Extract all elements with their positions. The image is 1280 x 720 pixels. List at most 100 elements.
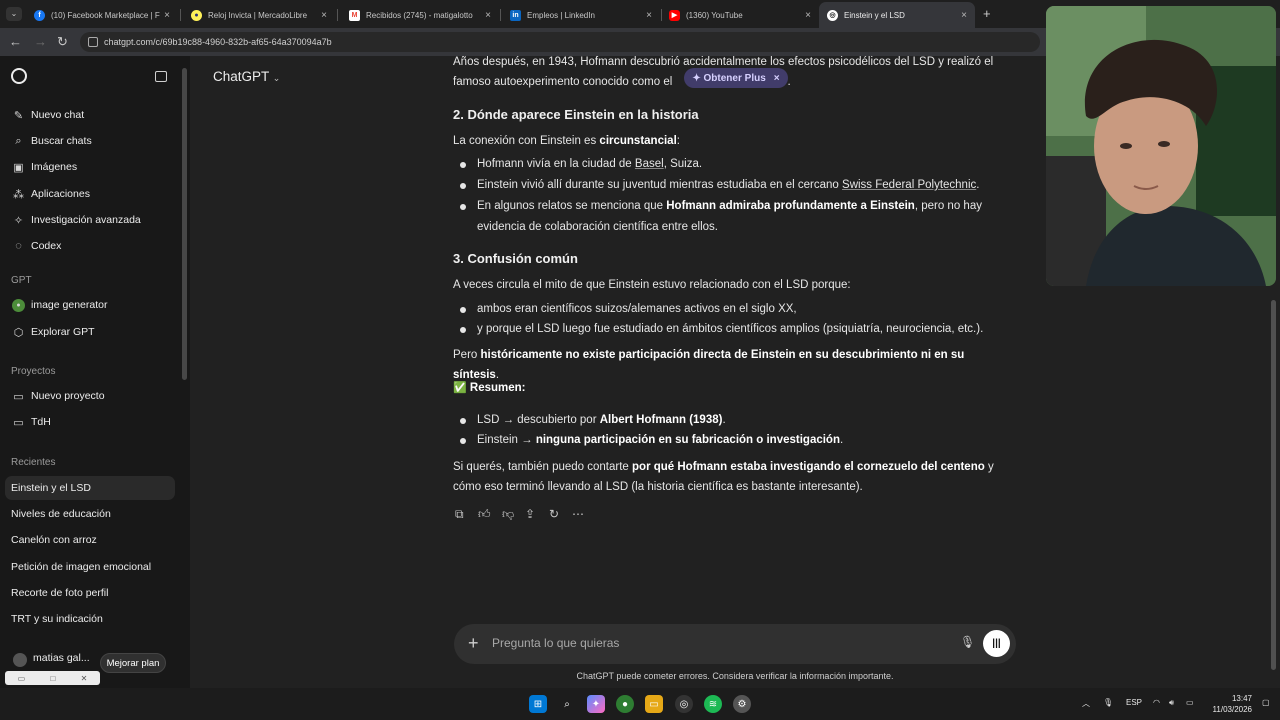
wifi-icon[interactable]: ◠ bbox=[1153, 698, 1160, 707]
battery-icon[interactable]: ▭ bbox=[1186, 698, 1194, 707]
sidebar-item-images[interactable]: ▣ Imágenes bbox=[12, 157, 77, 177]
openai-logo-icon[interactable] bbox=[11, 68, 27, 84]
gmail-icon: M bbox=[349, 9, 360, 21]
tray-chevron-icon[interactable]: ︿ bbox=[1082, 698, 1090, 709]
start-icon[interactable]: ⊞ bbox=[529, 695, 547, 713]
sidebar-item-deep-research[interactable]: ✧ Investigación avanzada bbox=[12, 210, 141, 230]
share-icon[interactable]: ⇪ bbox=[525, 507, 535, 521]
browser-tab[interactable]: f (10) Facebook Marketplace | Fa × bbox=[26, 4, 178, 26]
volume-icon[interactable]: 🔊︎ bbox=[1169, 698, 1174, 708]
microphone-icon[interactable]: 🎙︎ bbox=[960, 635, 975, 649]
list-item: Hofmann vivía en la ciudad de Basel, Sui… bbox=[477, 154, 1002, 175]
recent-chat-item[interactable]: Petición de imagen emocional bbox=[11, 561, 151, 573]
sidebar-item-label: Imágenes bbox=[31, 161, 78, 173]
recent-chat-item[interactable]: Recorte de foto perfil bbox=[11, 587, 108, 599]
avatar[interactable] bbox=[13, 653, 27, 667]
close-icon[interactable]: × bbox=[485, 10, 491, 21]
message-bold-text: Resumen: bbox=[469, 382, 526, 394]
get-plus-button[interactable]: ✦ Obtener Plus × bbox=[684, 68, 788, 88]
reload-icon[interactable]: ↻ bbox=[57, 34, 68, 50]
url-field[interactable]: chatgpt.com/c/69b19c88-4960-832b-af65-64… bbox=[80, 32, 1040, 52]
close-icon[interactable]: × bbox=[321, 10, 327, 21]
clock-date[interactable]: 11/03/2026 bbox=[1208, 705, 1252, 714]
sidebar-item-new-project[interactable]: ▭ Nuevo proyecto bbox=[12, 386, 104, 406]
back-icon[interactable]: ← bbox=[9, 34, 22, 49]
sidebar-toggle-icon[interactable] bbox=[155, 71, 167, 82]
recent-chat-item[interactable]: Niveles de educación bbox=[11, 508, 111, 520]
maximize-icon[interactable]: □ bbox=[51, 674, 56, 683]
linkedin-icon: in bbox=[510, 9, 521, 21]
window-controls-widget[interactable]: ▭ □ ✕ bbox=[5, 671, 100, 685]
voice-mode-button[interactable]: ||| bbox=[983, 630, 1010, 657]
tab-title: (1360) YouTube bbox=[686, 10, 743, 20]
browser-tab[interactable]: M Recibidos (2745) - matigalotto × bbox=[341, 4, 499, 26]
close-icon[interactable]: × bbox=[805, 10, 811, 21]
chrome-icon[interactable]: ● bbox=[616, 695, 634, 713]
recent-chat-item[interactable]: Canelón con arroz bbox=[11, 534, 97, 546]
main-scrollbar[interactable] bbox=[1271, 300, 1276, 670]
language-indicator[interactable]: ESP bbox=[1126, 698, 1142, 707]
forward-icon[interactable]: → bbox=[34, 34, 47, 49]
browser-tab[interactable]: ▶ (1360) YouTube × bbox=[661, 4, 819, 26]
facebook-icon: f bbox=[34, 9, 45, 21]
model-selector[interactable]: ChatGPT ⌄ bbox=[213, 69, 280, 84]
file-explorer-icon[interactable]: ▭ bbox=[645, 695, 663, 713]
close-icon[interactable]: × bbox=[961, 10, 967, 21]
site-info-icon[interactable] bbox=[88, 37, 98, 47]
sidebar-item-codex[interactable]: ◌ Codex bbox=[12, 236, 61, 256]
chatgpt-app-icon[interactable]: ◎ bbox=[675, 695, 693, 713]
close-icon[interactable]: × bbox=[646, 10, 652, 21]
plus-icon[interactable]: + bbox=[468, 633, 479, 654]
list-item: y porque el LSD luego fue estudiado en á… bbox=[477, 323, 984, 335]
prompt-input[interactable]: Pregunta lo que quieras bbox=[492, 636, 619, 650]
message-bold-text: circunstancial bbox=[599, 135, 677, 147]
thumbs-down-icon[interactable]: 👎︎ bbox=[502, 507, 514, 522]
sidebar-item-search-chats[interactable]: ⌕ Buscar chats bbox=[12, 131, 91, 151]
close-icon[interactable]: ✕ bbox=[81, 674, 88, 683]
message-bold-text: Hofmann admiraba profundamente a Einstei… bbox=[666, 200, 915, 212]
browser-tab[interactable]: in Empleos | LinkedIn × bbox=[502, 4, 660, 26]
search-icon[interactable]: ⌕ bbox=[558, 695, 576, 713]
recent-chat-item[interactable]: Einstein y el LSD bbox=[11, 482, 91, 494]
sidebar-item-new-chat[interactable]: ✎ Nuevo chat bbox=[12, 105, 84, 125]
message-text: : bbox=[676, 135, 680, 147]
sidebar-item-apps[interactable]: ⁂ Aplicaciones bbox=[12, 184, 90, 204]
microphone-tray-icon[interactable]: 🎙︎ bbox=[1103, 698, 1113, 707]
message-link[interactable]: Basel bbox=[635, 158, 664, 170]
tab-search-icon[interactable]: ⌄ bbox=[6, 7, 22, 21]
sidebar-item-image-generator[interactable]: ● image generator bbox=[12, 295, 107, 315]
notification-icon[interactable]: ▢ bbox=[1262, 698, 1270, 707]
message-text: evidencia de colaboración científica ent… bbox=[477, 221, 719, 233]
bullet-icon bbox=[460, 438, 466, 444]
sidebar-scrollbar[interactable] bbox=[182, 68, 187, 380]
more-icon[interactable]: ⋯ bbox=[572, 507, 584, 521]
spotify-icon[interactable]: ≋ bbox=[704, 695, 722, 713]
upgrade-plan-button[interactable]: Mejorar plan bbox=[100, 653, 166, 673]
browser-tab-active[interactable]: ◎ Einstein y el LSD × bbox=[819, 2, 975, 28]
regenerate-icon[interactable]: ↻ bbox=[549, 507, 559, 521]
taskbar: ⊞ ⌕ ✦ ● ▭ ◎ ≋ ⚙ ︿ 🎙︎ ESP ◠ 🔊︎ ▭ 13:47 11… bbox=[0, 688, 1280, 720]
message-text: Si querés, también puedo contarte bbox=[453, 461, 629, 473]
message-link[interactable]: Swiss Federal Polytechnic bbox=[842, 179, 976, 191]
browser-tab[interactable]: ● Reloj Invicta | MercadoLibre × bbox=[183, 4, 335, 26]
folder-plus-icon: ▭ bbox=[13, 390, 24, 403]
check-icon: ✅ bbox=[453, 382, 467, 394]
user-name[interactable]: matias gal... bbox=[33, 652, 90, 664]
restore-icon[interactable]: ▭ bbox=[18, 674, 26, 683]
sidebar-item-explore-gpts[interactable]: ⬡ Explorar GPT bbox=[12, 322, 95, 342]
clock-time[interactable]: 13:47 bbox=[1212, 694, 1252, 703]
thumbs-up-icon[interactable]: 👍︎ bbox=[478, 507, 491, 522]
tab-title: Einstein y el LSD bbox=[844, 10, 905, 20]
copilot-icon[interactable]: ✦ bbox=[587, 695, 605, 713]
sidebar-item-tdh[interactable]: ▭ TdH bbox=[12, 412, 51, 432]
close-icon[interactable]: × bbox=[164, 10, 170, 21]
close-icon[interactable]: × bbox=[774, 73, 780, 84]
settings-icon[interactable]: ⚙ bbox=[733, 695, 751, 713]
sidebar-item-label: Aplicaciones bbox=[31, 188, 90, 200]
copy-icon[interactable]: ⧉ bbox=[455, 507, 464, 522]
message-bold-text: Albert Hofmann (1938) bbox=[599, 414, 723, 426]
recent-chat-item[interactable]: TRT y su indicación bbox=[11, 613, 103, 625]
message-bold-text: históricamente no existe participación d… bbox=[453, 349, 965, 381]
section-heading-projects: Proyectos bbox=[11, 366, 56, 377]
new-tab-icon[interactable]: + bbox=[983, 6, 991, 21]
